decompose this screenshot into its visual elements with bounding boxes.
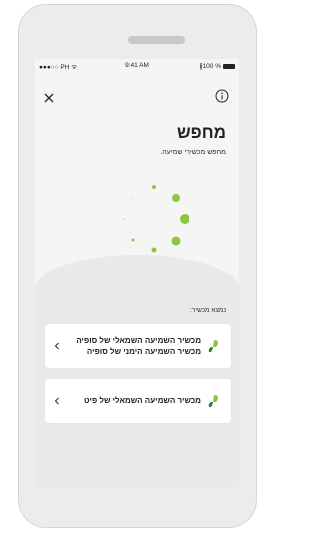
- hearing-aid-icon: [208, 340, 218, 353]
- info-icon[interactable]: [215, 89, 229, 103]
- loading-spinner-icon: [123, 185, 189, 253]
- found-device-label: נמצא מכשיר:: [190, 307, 226, 314]
- chevron-left-icon: [54, 342, 59, 350]
- hearing-aid-icon: [208, 395, 218, 408]
- device-card-sophia[interactable]: מכשיר השמיעה השמאלי של סופיה מכשיר השמיע…: [45, 324, 231, 368]
- app-screen: ●●●○○ PH ᯤ 9:41 AM ∦100 % מחפש מחפש מכשי…: [35, 59, 239, 487]
- close-icon[interactable]: [43, 92, 55, 104]
- battery-label: ∦100 %: [199, 63, 221, 70]
- chevron-left-icon: [54, 397, 59, 405]
- phone-speaker: [128, 36, 185, 44]
- device-left-pete: מכשיר השמיעה השמאלי של פיט: [84, 396, 201, 405]
- results-panel: [35, 255, 239, 487]
- device-name: מכשיר השמיעה השמאלי של סופיה מכשיר השמיע…: [76, 335, 201, 357]
- device-card-pete[interactable]: מכשיר השמיעה השמאלי של פיט: [45, 379, 231, 423]
- page-subtitle: מחפש מכשירי שמיעה.: [160, 149, 226, 156]
- status-bar: ●●●○○ PH ᯤ 9:41 AM ∦100 %: [35, 59, 239, 71]
- device-left-sophia: מכשיר השמיעה השמאלי של סופיה: [76, 336, 201, 345]
- page-title: מחפש: [176, 123, 226, 142]
- device-name: מכשיר השמיעה השמאלי של פיט: [84, 395, 201, 406]
- battery-indicator: ∦100 %: [199, 62, 235, 70]
- battery-icon: [223, 63, 235, 69]
- device-right-sophia: מכשיר השמיעה הימני של סופיה: [86, 347, 201, 356]
